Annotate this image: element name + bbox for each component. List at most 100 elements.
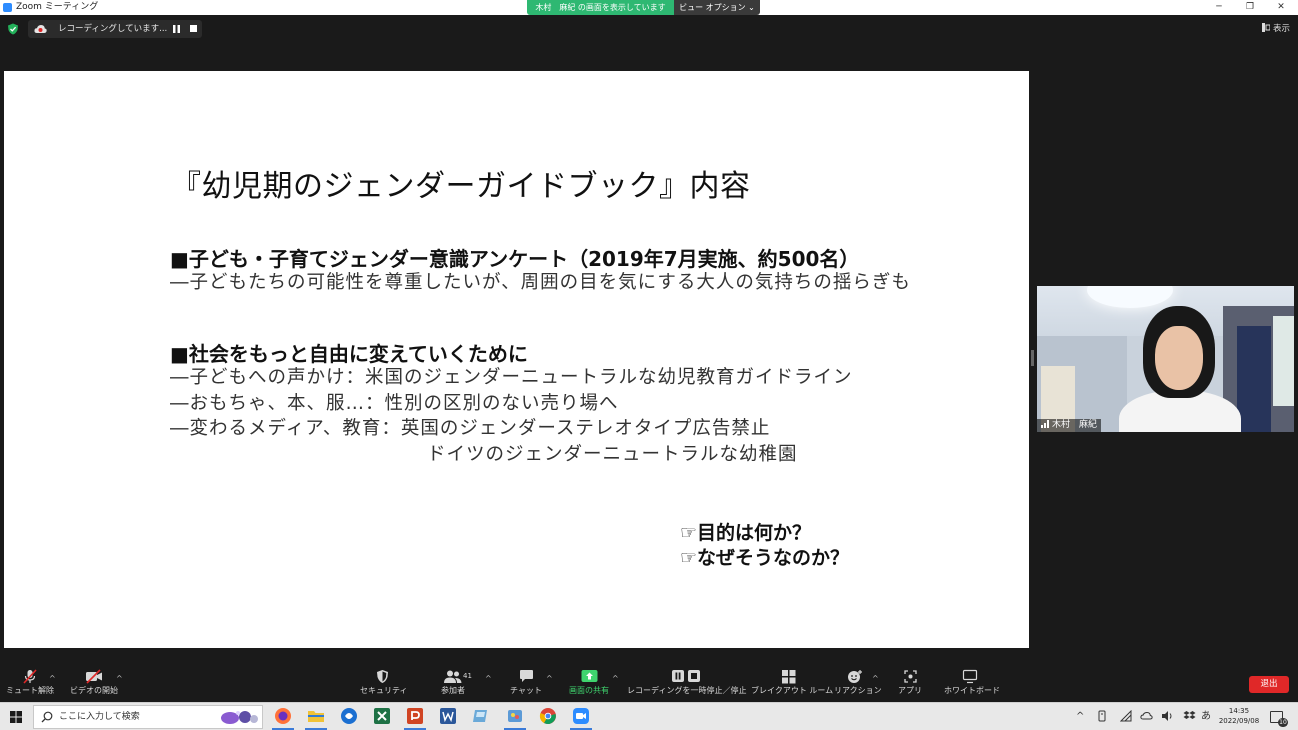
system-clock[interactable]: 14:35 2022/09/08	[1218, 706, 1260, 726]
security-label: セキュリティ	[360, 686, 408, 695]
layout-icon	[1261, 23, 1271, 32]
section2-item: ドイツのジェンダーニュートラルな幼稚園	[427, 444, 798, 465]
pause-recording-icon[interactable]	[173, 25, 180, 33]
apps-label: アプリ	[898, 686, 922, 695]
breakout-rooms-icon	[781, 670, 795, 684]
zoom-app-icon	[3, 3, 12, 12]
display-button[interactable]: 表示	[1261, 22, 1290, 36]
panel-resize-handle[interactable]	[1031, 350, 1034, 366]
chrome-icon[interactable]	[539, 707, 557, 725]
windows-start-icon[interactable]	[10, 711, 22, 723]
word-icon[interactable]	[439, 707, 457, 725]
device-icon[interactable]	[1097, 710, 1107, 722]
share-screen-icon	[581, 670, 597, 682]
chat-bubble-icon	[519, 670, 533, 682]
reactions-smiley-icon	[848, 670, 862, 683]
security-shield-icon[interactable]	[7, 23, 19, 35]
close-button[interactable]: ✕	[1266, 0, 1296, 15]
onedrive-cloud-icon[interactable]	[1140, 710, 1153, 722]
app-icon[interactable]	[472, 707, 490, 725]
taskbar-search-box[interactable]: ここに入力して検索	[33, 705, 263, 729]
security-button[interactable]: セキュリティ	[360, 669, 408, 701]
share-screen-button[interactable]: 画面の共有	[566, 669, 612, 701]
security-shield-icon	[376, 670, 388, 683]
recording-status-bar: レコーディングしています...	[28, 20, 202, 38]
video-background	[1237, 326, 1271, 432]
search-icon	[41, 711, 53, 723]
shared-screen-slide: 『幼児期のジェンダーガイドブック』内容 ■子ども・子育てジェンダー意識アンケート…	[4, 71, 1029, 648]
unmute-label: ミュート解除	[6, 686, 54, 695]
signal-strength-icon	[1041, 420, 1049, 428]
search-highlight-illustration-icon	[221, 711, 258, 724]
section2-item: ―子どもへの声かけ：米国のジェンダーニュートラルな幼児教育ガイドライン	[170, 367, 853, 388]
video-background	[1273, 316, 1294, 406]
recording-status-text: レコーディングしています...	[58, 24, 168, 34]
reactions-button[interactable]: リアクション	[834, 669, 882, 701]
breakout-rooms-button[interactable]: ブレイクアウト ルーム	[751, 669, 834, 701]
participants-count: 41	[463, 672, 472, 680]
participants-icon	[444, 670, 462, 683]
share-screen-label: 画面の共有	[569, 686, 609, 695]
minimize-button[interactable]: ─	[1204, 0, 1234, 15]
notifications-count-badge: 10	[1278, 718, 1288, 727]
whiteboard-icon	[962, 669, 978, 684]
wifi-icon[interactable]	[1120, 710, 1132, 722]
slide-title: 『幼児期のジェンダーガイドブック』内容	[171, 169, 751, 204]
powerpoint-icon[interactable]	[406, 707, 424, 725]
windows-taskbar: ここに入力して検索 ^ あ 14:35 2022/09/08 10	[0, 702, 1298, 730]
reactions-options-caret-icon[interactable]: ^	[872, 674, 879, 683]
share-options-caret-icon[interactable]: ^	[612, 674, 619, 683]
firefox-icon[interactable]	[274, 707, 292, 725]
apps-button[interactable]: アプリ	[895, 669, 925, 701]
excel-icon[interactable]	[373, 707, 391, 725]
meeting-controls-toolbar: ミュート解除 ^ ビデオの開始 ^ セキュリティ 参加者 41 ^ チャット ^…	[0, 660, 1298, 702]
reactions-label: リアクション	[834, 686, 882, 695]
zoom-icon[interactable]	[572, 707, 590, 725]
view-options-button[interactable]: ビュー オプション ⌄	[674, 0, 760, 15]
section1-text: ―子どもたちの可能性を尊重したいが、周囲の目を気にする大人の気持ちの揺らぎも	[170, 272, 911, 293]
clock-time: 14:35	[1228, 707, 1250, 715]
participants-options-caret-icon[interactable]: ^	[485, 674, 492, 683]
paint-app-icon[interactable]	[506, 707, 524, 725]
breakout-rooms-label: ブレイクアウト ルーム	[751, 686, 834, 695]
window-title: Zoom ミーティング	[16, 2, 99, 12]
chat-label: チャット	[510, 686, 542, 695]
chat-button[interactable]: チャット	[510, 669, 542, 701]
stop-recording-icon[interactable]	[190, 25, 197, 32]
display-button-label: 表示	[1272, 24, 1290, 34]
audio-options-caret-icon[interactable]: ^	[49, 674, 56, 683]
video-options-caret-icon[interactable]: ^	[116, 674, 123, 683]
start-video-button[interactable]: ビデオの開始	[69, 669, 119, 701]
chat-options-caret-icon[interactable]: ^	[546, 674, 553, 683]
restore-button[interactable]: ❐	[1235, 0, 1265, 15]
pause-stop-recording-label: レコーディングを一時停止／停止	[627, 686, 747, 695]
apps-icon	[903, 670, 917, 683]
window-title-bar: Zoom ミーティング 木村 麻紀 の画面を表示しています ビュー オプション …	[0, 0, 1298, 15]
clock-date: 2022/09/08	[1218, 717, 1260, 725]
question-text: ☞なぜそうなのか？	[680, 547, 850, 569]
search-placeholder: ここに入力して検索	[59, 712, 140, 722]
video-off-icon	[86, 669, 102, 684]
browser-app-icon[interactable]	[340, 707, 358, 725]
file-explorer-icon[interactable]	[307, 707, 325, 725]
whiteboard-label: ホワイトボード	[944, 686, 1000, 695]
cloud-record-icon	[34, 25, 47, 33]
pause-stop-recording-button[interactable]: レコーディングを一時停止／停止	[627, 669, 747, 701]
leave-meeting-button[interactable]: 退出	[1249, 676, 1289, 693]
participants-label: 参加者	[441, 686, 465, 695]
participant-figure	[1155, 326, 1203, 390]
muted-microphone-icon	[23, 669, 37, 684]
participant-name: 木村 麻紀	[1052, 420, 1098, 430]
whiteboard-button[interactable]: ホワイトボード	[944, 669, 1000, 701]
start-video-label: ビデオの開始	[70, 686, 118, 695]
question-text: ☞目的は何か？	[680, 522, 812, 544]
volume-icon[interactable]	[1161, 710, 1174, 722]
section2-item: ―変わるメディア、教育：英国のジェンダーステレオタイプ広告禁止	[170, 418, 771, 439]
ime-indicator[interactable]: あ	[1201, 710, 1211, 724]
unmute-button[interactable]: ミュート解除	[6, 669, 54, 701]
dropbox-icon[interactable]	[1183, 710, 1196, 722]
show-hidden-icons-chevron-icon[interactable]: ^	[1076, 710, 1084, 724]
pause-stop-icon	[672, 670, 700, 682]
section2-item: ―おもちゃ、本、服…：性別の区別のない売り場へ	[170, 393, 619, 414]
participant-video-tile[interactable]: 木村 麻紀	[1037, 286, 1294, 432]
